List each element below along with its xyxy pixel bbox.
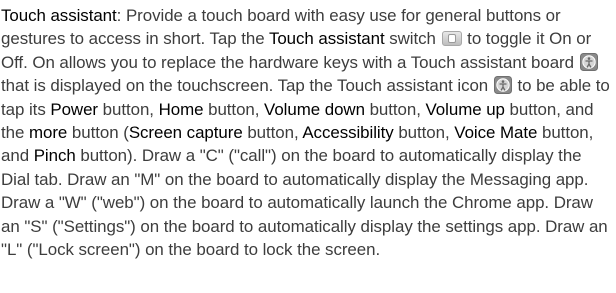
ui-term: Power bbox=[50, 99, 98, 119]
touch-assistant-icon bbox=[579, 52, 598, 71]
body-text: that is displayed on the touchscreen. Ta… bbox=[1, 76, 493, 96]
ui-term: Volume up bbox=[425, 99, 505, 119]
ui-term: Screen capture bbox=[128, 123, 243, 143]
body-text: button ( bbox=[67, 123, 129, 143]
ui-term: Accessibility bbox=[302, 123, 394, 143]
body-text: switch bbox=[384, 29, 441, 49]
ui-term: more bbox=[28, 123, 68, 143]
body-text: button). Draw a "C" ("call") on the boar… bbox=[1, 146, 608, 260]
body-text: button, bbox=[364, 99, 426, 119]
ui-term: Voice Mate bbox=[454, 123, 538, 143]
ui-term: Touch assistant bbox=[1, 6, 117, 25]
body-text: button, bbox=[242, 123, 303, 143]
touch-assistant-description: Touch assistant: Provide a touch board w… bbox=[0, 0, 616, 293]
ui-term: Pinch bbox=[33, 146, 76, 166]
body-text: button, bbox=[203, 99, 265, 119]
ui-term: Volume down bbox=[264, 99, 365, 119]
toggle-switch-icon bbox=[441, 31, 462, 47]
body-text: button, bbox=[393, 123, 455, 143]
body-text: button, bbox=[98, 99, 159, 119]
touch-assistant-icon bbox=[493, 76, 512, 95]
ui-term: Touch assistant bbox=[268, 29, 385, 49]
ui-term: Home bbox=[158, 99, 204, 119]
